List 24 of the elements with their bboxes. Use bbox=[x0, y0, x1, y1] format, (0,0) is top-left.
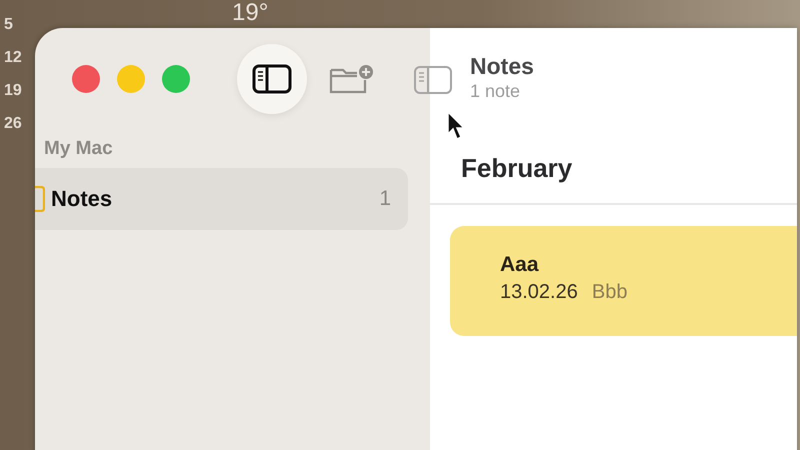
sidebar-icon bbox=[413, 65, 453, 95]
note-card[interactable]: Aaa 13.02.26 Bbb bbox=[450, 226, 797, 336]
close-button[interactable] bbox=[72, 65, 100, 93]
folder-label: Notes bbox=[51, 186, 114, 212]
sidebar-icon bbox=[252, 64, 292, 94]
calendar-day: 12 bbox=[0, 47, 30, 68]
list-subtitle: 1 note bbox=[470, 80, 522, 102]
note-count: 1 bbox=[379, 187, 391, 211]
section-header: My Mac bbox=[44, 138, 114, 160]
folder-icon bbox=[35, 186, 45, 212]
calendar-day: 5 bbox=[0, 14, 30, 35]
calendar-day: 19 bbox=[0, 80, 30, 101]
new-folder-button[interactable] bbox=[329, 62, 375, 96]
zoom-button[interactable] bbox=[162, 65, 190, 93]
note-preview: Bbb bbox=[592, 281, 628, 304]
folder-row[interactable]: Notes 1 bbox=[35, 168, 408, 230]
sidebar-toggle-button[interactable] bbox=[413, 65, 453, 95]
list-title: Notes bbox=[470, 52, 535, 80]
folder-plus-icon bbox=[329, 62, 375, 96]
note-title: Aaa bbox=[500, 253, 540, 277]
weather-temperature: 19° bbox=[232, 0, 268, 26]
calendar-day: 26 bbox=[0, 113, 30, 134]
note-date: 13.02.26 bbox=[500, 281, 578, 304]
group-heading: February bbox=[430, 148, 797, 205]
